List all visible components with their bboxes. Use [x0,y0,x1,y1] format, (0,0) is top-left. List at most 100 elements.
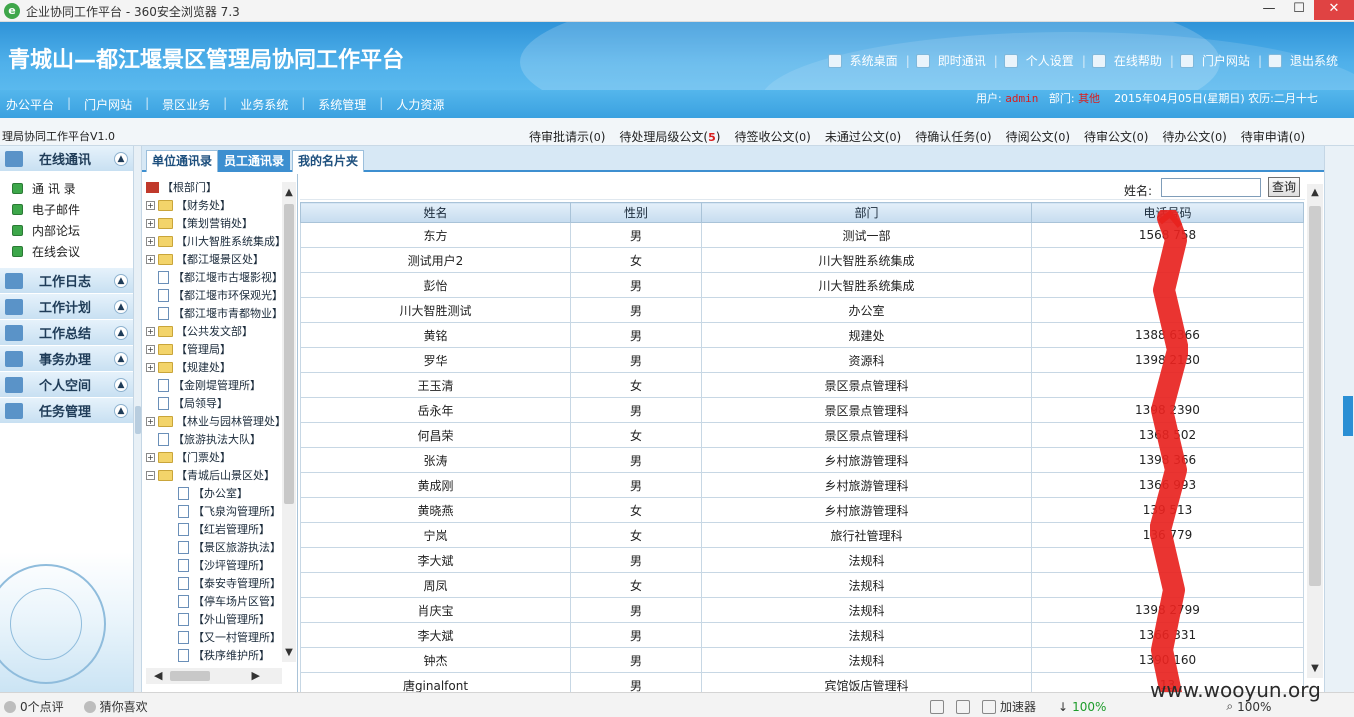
sidebar-item-0[interactable]: 通 讯 录 [12,178,133,199]
sidebar-item-label[interactable]: 通 讯 录 [32,180,76,197]
table-row[interactable]: 黄晓燕女乡村旅游管理科 139 513 [300,497,1304,523]
table-row[interactable]: 李大斌男法规科 1366 331 [300,622,1304,648]
side-handle[interactable] [1343,396,1353,436]
sidebar-section-0[interactable]: 在线通讯 ▲ [0,146,133,172]
table-row[interactable]: 何昌荣女景区景点管理科 1368 502 [300,422,1304,448]
tree-node-label[interactable]: 【规建处】 [176,359,231,375]
scroll-thumb[interactable] [170,671,210,681]
name-search-input[interactable] [1161,178,1261,197]
tab-0[interactable]: 单位通讯录 [146,150,219,172]
tree-node[interactable]: + 【公共发文部】 [146,322,282,340]
tree-node-label[interactable]: 【景区旅游执法】 [193,539,281,555]
tree-node-label[interactable]: 【又一村管理所】 [193,629,281,645]
tree-node[interactable]: 【红岩管理所】 [146,520,282,538]
tree-node[interactable]: 【都江堰市环保观光】 [146,286,282,304]
scroll-down-icon[interactable]: ▼ [1307,662,1323,676]
tree-node[interactable]: + 【财务处】 [146,196,282,214]
pending-label[interactable]: 待确认任务 [915,130,975,144]
maximize-button[interactable]: ☐ [1284,0,1314,20]
top-link-1[interactable]: 即时通讯 [915,52,992,69]
tree-node[interactable]: 【飞泉沟管理所】 [146,502,282,520]
table-row[interactable]: 周凤女法规科 [300,572,1304,598]
tree-node-label[interactable]: 【办公室】 [193,485,248,501]
sidebar-item-label[interactable]: 内部论坛 [32,222,80,239]
download-percent[interactable]: 100% [1072,700,1106,714]
table-row[interactable]: 黄铭男规建处 1388 6366 [300,322,1304,348]
scroll-left-icon[interactable]: ◀ [154,669,162,682]
top-link-label[interactable]: 系统桌面 [850,52,898,69]
expand-icon[interactable]: + [146,200,155,210]
expand-icon[interactable]: + [146,254,155,264]
pending-item-4[interactable]: 待确认任务(0) [915,128,991,145]
pending-item-5[interactable]: 待阅公文(0) [1006,128,1070,145]
chevron-up-icon[interactable]: ▲ [114,352,128,366]
tree-node-label[interactable]: 【红岩管理所】 [193,521,270,537]
table-row[interactable]: 张涛男乡村旅游管理科 1398 366 [300,447,1304,473]
tree-node[interactable]: 【沙坪管理所】 [146,556,282,574]
column-header[interactable]: 电话号码 [1031,202,1304,223]
pending-item-8[interactable]: 待审申请(0) [1241,128,1305,145]
tree-node[interactable]: 【都江堰市古堰影视】 [146,268,282,286]
tree-node-label[interactable]: 【金刚堤管理所】 [173,377,261,393]
tree-node[interactable]: 【外山管理所】 [146,610,282,628]
pending-item-0[interactable]: 待审批请示(0) [529,128,605,145]
top-link-4[interactable]: 门户网站 [1179,52,1256,69]
pending-label[interactable]: 待审申请 [1241,130,1289,144]
nav-item-4[interactable]: 系统管理 [318,96,366,113]
table-row[interactable]: 李大斌男法规科 [300,547,1304,573]
sidebar-section-label[interactable]: 工作日志 [39,271,91,290]
pending-label[interactable]: 未通过公文 [825,130,885,144]
top-link-0[interactable]: 系统桌面 [827,52,904,69]
table-row[interactable]: 宁岚女旅行社管理科 136 779 [300,522,1304,548]
tree-node[interactable]: 【办公室】 [146,484,282,502]
top-link-3[interactable]: 在线帮助 [1091,52,1168,69]
sidebar-section-4[interactable]: 事务办理 ▲ [0,346,133,372]
tree-node[interactable]: + 【都江堰景区处】 [146,250,282,268]
scroll-thumb[interactable] [284,204,294,504]
expand-icon[interactable]: + [146,362,155,372]
tree-node-label[interactable]: 【管理局】 [176,341,231,357]
tree-node[interactable]: 【又一村管理所】 [146,628,282,646]
sidebar-item-label[interactable]: 电子邮件 [32,201,80,218]
column-header[interactable]: 性别 [570,202,702,223]
tree-node[interactable]: + 【林业与园林管理处】 [146,412,282,430]
sidebar-item-1[interactable]: 电子邮件 [12,199,133,220]
chevron-up-icon[interactable]: ▲ [114,152,128,166]
sidebar-section-6[interactable]: 任务管理 ▲ [0,398,133,424]
table-row[interactable]: 川大智胜测试男办公室 [300,297,1304,323]
tree-node-label[interactable]: 【都江堰市环保观光】 [173,287,282,303]
chevron-up-icon[interactable]: ▲ [114,300,128,314]
top-link-2[interactable]: 个人设置 [1003,52,1080,69]
scroll-down-icon[interactable]: ▼ [282,646,296,660]
recommend-link[interactable]: 猜你喜欢 [100,698,148,715]
pending-item-7[interactable]: 待办公文(0) [1162,128,1226,145]
table-row[interactable]: 彭怡男川大智胜系统集成 [300,272,1304,298]
tree-node[interactable]: 【都江堰市青都物业】 [146,304,282,322]
tree-node-label[interactable]: 【都江堰市古堰影视】 [173,269,282,285]
tree-node-label[interactable]: 【策划营销处】 [176,215,253,231]
chevron-up-icon[interactable]: ▲ [114,404,128,418]
nav-item-0[interactable]: 办公平台 [6,96,54,113]
top-link-label[interactable]: 在线帮助 [1114,52,1162,69]
collapse-icon[interactable]: − [146,470,155,480]
tree-node[interactable]: + 【规建处】 [146,358,282,376]
tree-node[interactable]: 【根部门】 [146,178,282,196]
sidebar-item-2[interactable]: 内部论坛 [12,220,133,241]
rocket-icon[interactable] [982,699,996,714]
sidebar-section-label[interactable]: 工作计划 [39,297,91,316]
pending-label[interactable]: 待审批请示 [529,130,589,144]
tree-node-label[interactable]: 【沙坪管理所】 [193,557,270,573]
table-row[interactable]: 肖庆宝男法规科 1398 2799 [300,597,1304,623]
table-row[interactable]: 王玉清女景区景点管理科 [300,372,1304,398]
pending-label[interactable]: 待处理局级公文 [619,130,703,144]
sidebar-section-label[interactable]: 在线通讯 [39,149,91,168]
tree-node-label[interactable]: 【川大智胜系统集成】 [176,233,282,249]
expand-icon[interactable]: + [146,326,155,336]
tree-node[interactable]: − 【青城后山景区处】 [146,466,282,484]
tree-node-label[interactable]: 【财务处】 [176,197,231,213]
chevron-up-icon[interactable]: ▲ [114,378,128,392]
tree-node[interactable]: + 【门票处】 [146,448,282,466]
sidebar-section-2[interactable]: 工作计划 ▲ [0,294,133,320]
sidebar-splitter[interactable] [134,146,142,692]
column-header[interactable]: 部门 [701,202,1032,223]
